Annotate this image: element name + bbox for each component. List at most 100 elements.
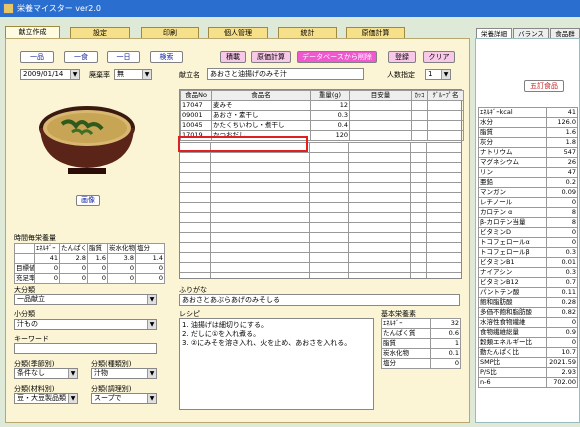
delete-db-button[interactable]: データベースから削除	[297, 51, 377, 63]
nutrient-row: 食物繊維総量 0.9	[478, 327, 578, 338]
time-nutrition-table: ｴﾈﾙｷﾞｰたんぱく質脂質炭水化物塩分 412.81.63.81.4 目標値00…	[14, 243, 165, 284]
cell	[427, 130, 464, 141]
cell: 0.3	[310, 110, 350, 121]
material-select[interactable]: 豆・大豆製品類 ▼	[14, 393, 78, 404]
table-row[interactable]: 17047 麦みそ 12	[180, 100, 464, 111]
food-table: 食品No 食品名 重量(g) 目安量 ｶｯｺ ｸﾞﾙｰﾌﾟ名 17047 麦みそ 1…	[179, 89, 464, 279]
time-nutrition-title: 時間毎栄養量	[14, 234, 56, 242]
chevron-down-icon: ▼	[147, 320, 156, 329]
col-header: 目安量	[349, 90, 412, 101]
nutrient-row: P/S比 2.93	[478, 367, 578, 378]
cell	[411, 100, 428, 111]
nutrient-name: 亜鉛	[478, 177, 547, 188]
cell: 1	[430, 338, 461, 349]
cell	[411, 120, 428, 131]
keyword-input[interactable]	[14, 343, 157, 354]
cell: 脂質	[87, 243, 108, 254]
season-select[interactable]: 条件なし ▼	[14, 368, 78, 379]
nutrient-value: 10.7	[546, 347, 578, 358]
nutrient-name: SMP比	[478, 357, 547, 368]
cell: 0.6	[430, 328, 461, 339]
nutrient-value: 0	[546, 237, 578, 248]
cell: 32	[430, 318, 461, 329]
nutrient-row: カロテン α8	[478, 207, 578, 218]
type-select[interactable]: 汁物 ▼	[91, 368, 157, 379]
load-button[interactable]: 積載	[220, 51, 246, 63]
cell	[349, 110, 412, 121]
nutrient-name: 穀類エネルギー比	[478, 337, 547, 348]
cell: 0	[135, 263, 165, 274]
cell: 0	[107, 273, 136, 284]
chevron-down-icon: ▼	[68, 369, 77, 378]
cell: たんぱく質	[381, 328, 431, 339]
nutrient-name: ビタミンB1	[478, 257, 547, 268]
ippin-button[interactable]: 一品	[20, 51, 54, 63]
col-header: 食品No	[180, 90, 212, 101]
nutrient-row: 動たんぱく比 10.7	[478, 347, 578, 358]
empty-rows[interactable]	[180, 142, 461, 278]
cell: 09001	[180, 110, 212, 121]
cell: 0	[135, 273, 165, 284]
ichinichi-button[interactable]: 一日	[107, 51, 140, 63]
image-button[interactable]: 画像	[76, 195, 100, 206]
cell: かたくちいわし・煮干し	[211, 120, 311, 131]
search-button[interactable]: 検索	[150, 51, 183, 63]
nutrient-row: マグネシウム 26	[478, 157, 578, 168]
cell: 塩分	[135, 243, 165, 254]
ichishoku-button[interactable]: 一食	[64, 51, 98, 63]
nutrient-row: 灰分 1.8	[478, 137, 578, 148]
col-header: 重量(g)	[310, 90, 350, 101]
nutrient-name: リン	[478, 167, 547, 178]
nutrient-row: ビタミンB12 0.7	[478, 277, 578, 288]
nutrient-value: 0.09	[546, 187, 578, 198]
nutrient-name: ビタミンD	[478, 227, 547, 238]
ninzu-select[interactable]: 1 ▼	[425, 69, 451, 80]
haiki-select[interactable]: 無 ▼	[114, 69, 152, 80]
cell: 0	[430, 358, 461, 369]
nutrient-value: 0.9	[546, 327, 578, 338]
nutrient-value: 26	[546, 157, 578, 168]
cell: 1.6	[87, 253, 108, 264]
nutrient-name: マグネシウム	[478, 157, 547, 168]
nutrient-row: ナトリウム 547	[478, 147, 578, 158]
menu-name-input[interactable]: あおさと油揚げのみそ汁	[207, 68, 364, 80]
recipe-line: 3. ②にみそを溶き入れ、火を止め、あおさを入れる。	[182, 339, 352, 347]
chevron-down-icon: ▼	[147, 369, 156, 378]
date-select[interactable]: 2009/01/14 ▼	[20, 69, 80, 80]
goutei-button[interactable]: 五訂食品	[524, 80, 564, 92]
cell: 炭水化物	[381, 348, 431, 359]
nutrient-name: 脂質	[478, 127, 547, 138]
cost-button[interactable]: 原価計算	[251, 51, 291, 63]
nutrient-list: ｴﾈﾙｷﾞｰkcal 41 水分 126.0 脂質 1.6 灰分 1.8 ナトリウム 547 マグネ…	[478, 107, 578, 388]
furigana-input[interactable]: あおさとあぶらあげのみそしる	[179, 294, 460, 306]
register-button[interactable]: 登録	[388, 51, 416, 63]
chevron-down-icon: ▼	[70, 70, 79, 79]
recipe-textarea[interactable]: 1. 油揚げは細切りにする。 2. だしに①を入れ煮る。 3. ②にみそを溶き入…	[179, 318, 374, 410]
nutrient-row: 水分 126.0	[478, 117, 578, 128]
cell	[427, 100, 464, 111]
nutrient-value: 0	[546, 227, 578, 238]
chevron-down-icon: ▼	[142, 70, 151, 79]
nutrient-name: n-6	[478, 377, 547, 388]
nutrient-value: 2.93	[546, 367, 578, 378]
cell	[411, 110, 428, 121]
table-row[interactable]: 09001 あおさ・素干し 0.3	[180, 110, 464, 121]
table-row[interactable]: 10045 かたくちいわし・煮干し 0.4	[180, 120, 464, 131]
nutrient-row: 亜鉛 0.2	[478, 177, 578, 188]
nutrient-value: 0.7	[546, 277, 578, 288]
nutrient-row: トコフェロールβ 0.3	[478, 247, 578, 258]
cooking-select[interactable]: スープで ▼	[91, 393, 157, 404]
nutrient-name: β-カロテン当量	[478, 217, 547, 228]
nutrient-name: 水分	[478, 117, 547, 128]
clear-button[interactable]: クリア	[423, 51, 455, 63]
nutrient-value: 702.00	[546, 377, 578, 388]
nutrient-row: 水溶性食物繊維 0	[478, 317, 578, 328]
cell: 充足率	[14, 273, 35, 284]
nutrient-value: 0.01	[546, 257, 578, 268]
nutrient-name: カロテン α	[478, 207, 547, 218]
daibunrui-select[interactable]: 一品献立 ▼	[14, 294, 157, 305]
shoubunrui-select[interactable]: 汁もの ▼	[14, 319, 157, 330]
ninzu-label: 人数指定	[387, 71, 415, 79]
cell	[349, 100, 412, 111]
nutrient-name: ｴﾈﾙｷﾞｰkcal	[478, 107, 547, 118]
